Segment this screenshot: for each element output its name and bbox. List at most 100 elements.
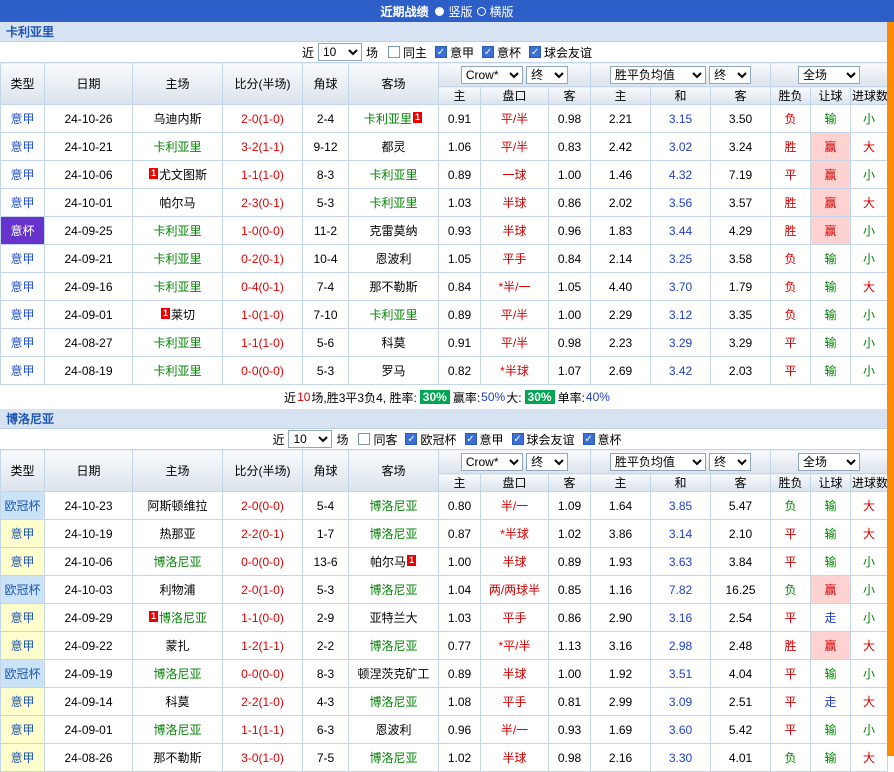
team-name-text: 博洛尼亚 — [369, 751, 417, 765]
bookmaker-select[interactable]: Crow* — [461, 453, 523, 471]
team-name-text: 卡利亚里 — [364, 112, 412, 126]
draw-odds-cell: 3.02 — [651, 133, 711, 161]
draw-odds-cell: 3.16 — [651, 604, 711, 632]
date-cell: 24-09-21 — [45, 245, 133, 273]
score-cell: 1-0(1-0) — [223, 301, 303, 329]
handicap-away-odds-cell: 1.07 — [549, 357, 591, 385]
recent-count-select[interactable]: 10 — [318, 43, 362, 61]
team-name-text: 欧冠杯 — [4, 667, 40, 681]
date-cell: 24-10-21 — [45, 133, 133, 161]
radio-horizontal-icon[interactable] — [477, 7, 486, 16]
team-name-text: 输 — [825, 112, 837, 126]
team-name-text: 输 — [825, 336, 837, 350]
filter-checkbox[interactable]: ✓球会友谊 — [512, 431, 575, 448]
date-cell: 24-10-23 — [45, 492, 133, 520]
radio-vertical-icon[interactable] — [435, 7, 444, 16]
score-cell: 2-2(0-1) — [223, 520, 303, 548]
checkbox-icon[interactable]: ✓ — [529, 46, 541, 58]
recent-count-select[interactable]: 10 — [288, 430, 332, 448]
handicap-home-odds-cell: 1.05 — [439, 245, 481, 273]
col-header-corner: 角球 — [303, 63, 349, 105]
checkbox-icon[interactable]: ✓ — [405, 433, 417, 445]
result-handicap-cell: 赢 — [811, 133, 851, 161]
handicap-home-odds-cell: 0.89 — [439, 161, 481, 189]
checkbox-icon[interactable]: ✓ — [512, 433, 524, 445]
team-name-text: 克雷莫纳 — [369, 224, 417, 238]
draw-odds-cell: 3.85 — [651, 492, 711, 520]
games-label: 场 — [336, 431, 348, 448]
vertical-scrollbar[interactable] — [887, 22, 894, 756]
league-type-cell: 意甲 — [1, 161, 45, 189]
score-cell: 0-4(0-1) — [223, 273, 303, 301]
filter-checkbox[interactable]: 同客 — [358, 431, 397, 448]
checkbox-icon[interactable]: ✓ — [435, 46, 447, 58]
team-name-text: 小 — [863, 252, 875, 266]
match-row: 意甲24-09-011莱切1-0(1-0)7-10卡利亚里0.89平/半1.00… — [1, 301, 888, 329]
team-name-text: 意甲 — [10, 196, 34, 210]
filter-checkbox[interactable]: ✓球会友谊 — [529, 44, 592, 61]
team-name-text: 大 — [863, 639, 875, 653]
home-team-cell: 乌迪内斯 — [133, 105, 223, 133]
handicap-line-cell: *半/一 — [481, 273, 549, 301]
home-team-cell: 1莱切 — [133, 301, 223, 329]
radio-vertical-label[interactable]: 竖版 — [448, 3, 472, 20]
col-header-handicap-home: 主 — [439, 474, 481, 492]
odds-stage-select[interactable]: 终 — [526, 453, 568, 471]
win-odds-cell: 2.16 — [591, 744, 651, 772]
team-name-text: 小 — [863, 667, 875, 681]
avg-stage-select[interactable]: 终 — [709, 453, 751, 471]
col-header-home: 主场 — [133, 450, 223, 492]
team-name-text: 意甲 — [10, 112, 34, 126]
draw-odds-cell: 3.30 — [651, 744, 711, 772]
home-team-cell: 科莫 — [133, 688, 223, 716]
col-header-result-handicap: 让球 — [811, 87, 851, 105]
team-name-text: 输 — [825, 252, 837, 266]
filter-checkbox[interactable]: 同主 — [388, 44, 427, 61]
filter-checkbox[interactable]: ✓欧冠杯 — [405, 431, 456, 448]
date-cell: 24-08-27 — [45, 329, 133, 357]
result-wdl-cell: 平 — [771, 660, 811, 688]
team-name-text: 大 — [863, 140, 875, 154]
avg-odds-select[interactable]: 胜平负均值 — [610, 66, 706, 84]
checkbox-icon[interactable] — [388, 46, 400, 58]
result-group-header: 全场 — [771, 63, 888, 87]
filter-checkbox[interactable]: ✓意甲 — [465, 431, 504, 448]
odds-stage-select[interactable]: 终 — [526, 66, 568, 84]
team-name-text: 赢 — [825, 224, 837, 238]
scope-select[interactable]: 全场 — [798, 453, 860, 471]
lose-odds-cell: 3.58 — [711, 245, 771, 273]
team-name-text: 胜 — [785, 639, 797, 653]
result-goals-cell: 大 — [851, 632, 888, 660]
avg-odds-select[interactable]: 胜平负均值 — [610, 453, 706, 471]
filter-bar-bologna: 近 10 场 同客✓欧冠杯✓意甲✓球会友谊✓意杯 — [0, 429, 894, 449]
checkbox-icon[interactable]: ✓ — [465, 433, 477, 445]
checkbox-icon[interactable] — [358, 433, 370, 445]
team-name-text: 意甲 — [10, 168, 34, 182]
checkbox-label: 意甲 — [450, 44, 474, 61]
near-label: 近 — [302, 44, 314, 61]
corners-cell: 5-3 — [303, 576, 349, 604]
team-name-text: 大 — [863, 751, 875, 765]
win-odds-cell: 2.23 — [591, 329, 651, 357]
col-header-odds-away: 客 — [711, 474, 771, 492]
bologna-matches-table: 类型 日期 主场 比分(半场) 角球 客场 Crow* 终 胜平负均值 终 全场… — [0, 449, 888, 772]
corners-cell: 7-10 — [303, 301, 349, 329]
bookmaker-select[interactable]: Crow* — [461, 66, 523, 84]
scope-select[interactable]: 全场 — [798, 66, 860, 84]
filter-checkbox[interactable]: ✓意甲 — [435, 44, 474, 61]
radio-horizontal-label[interactable]: 横版 — [490, 3, 514, 20]
filter-checkbox[interactable]: ✓意杯 — [583, 431, 622, 448]
handicap-odds-group-header: Crow* 终 — [439, 63, 591, 87]
home-team-cell: 1尤文图斯 — [133, 161, 223, 189]
draw-odds-cell: 3.29 — [651, 329, 711, 357]
avg-stage-select[interactable]: 终 — [709, 66, 751, 84]
handicap-line-cell: *平/半 — [481, 632, 549, 660]
handicap-away-odds-cell: 1.09 — [549, 492, 591, 520]
team-name-text: 意甲 — [10, 364, 34, 378]
filter-checkbox[interactable]: ✓意杯 — [482, 44, 521, 61]
red-card-icon: 1 — [413, 112, 422, 123]
handicap-line-cell: 半球 — [481, 217, 549, 245]
checkbox-icon[interactable]: ✓ — [583, 433, 595, 445]
checkbox-icon[interactable]: ✓ — [482, 46, 494, 58]
lose-odds-cell: 3.29 — [711, 329, 771, 357]
